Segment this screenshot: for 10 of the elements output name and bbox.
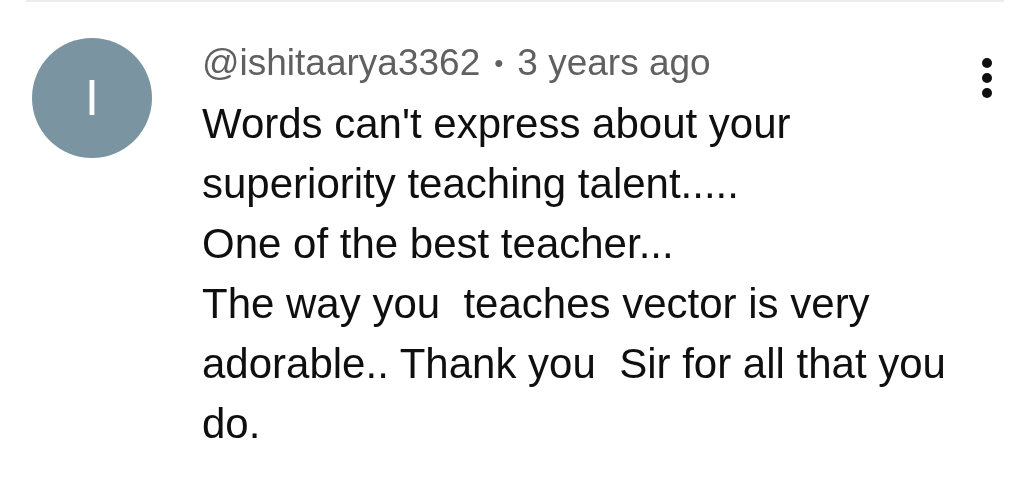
comment-text: One of the best teacher... xyxy=(202,219,675,269)
comment-text: do. xyxy=(202,399,262,449)
comment-text: The way you teaches vector is very xyxy=(202,279,871,329)
comment-text: Words can't express about your xyxy=(202,99,792,149)
avatar[interactable]: I xyxy=(32,38,152,158)
comment-text: superiority teaching talent..... xyxy=(202,159,740,209)
comment-author[interactable]: @ishitaarya3362 xyxy=(202,42,481,84)
separator-dot: • xyxy=(494,47,504,79)
comment-text: adorable.. Thank you Sir for all that you xyxy=(202,339,946,389)
comment-time: 3 years ago xyxy=(517,42,711,84)
